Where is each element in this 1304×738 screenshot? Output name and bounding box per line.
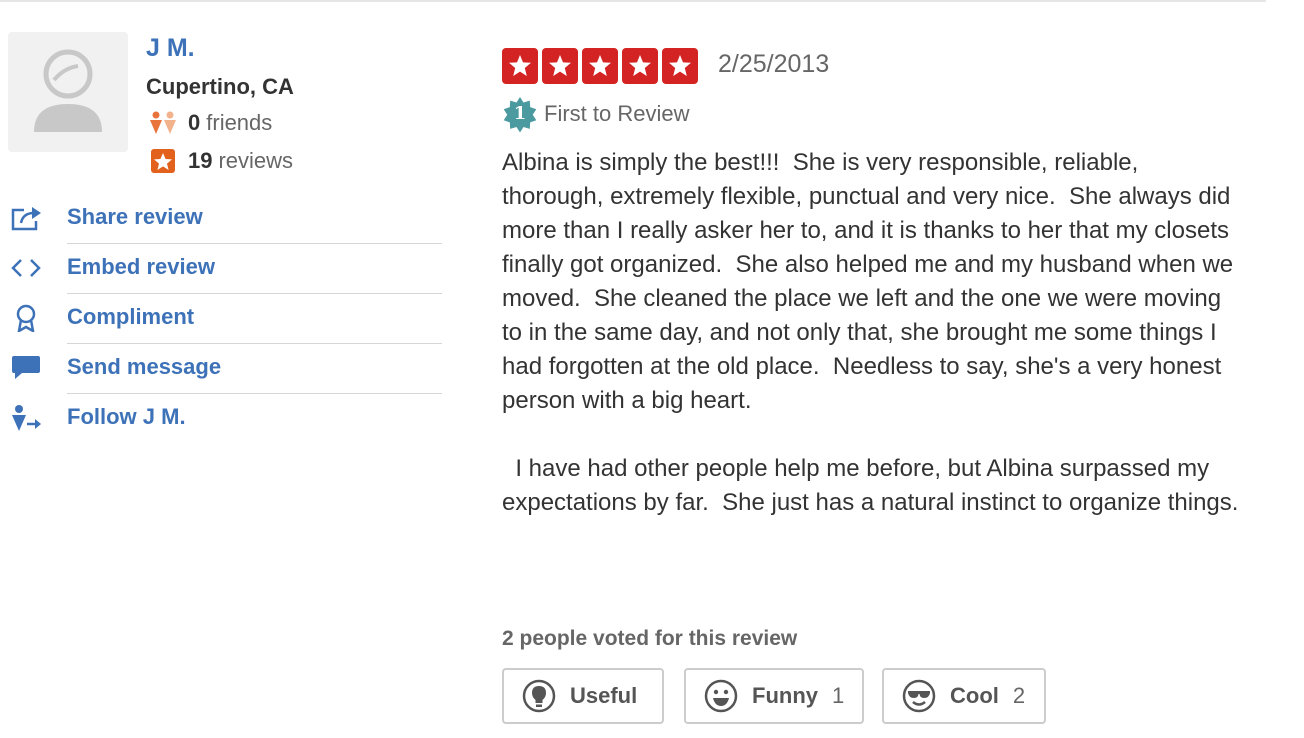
star-icon [662, 48, 698, 84]
review-star-icon [146, 149, 180, 173]
review-date: 2/25/2013 [718, 50, 830, 78]
useful-button[interactable]: Useful [502, 668, 664, 724]
send-message-label: Send message [67, 354, 222, 379]
sunglasses-face-icon [902, 679, 936, 713]
award-ribbon-icon [10, 304, 42, 334]
share-icon [10, 204, 42, 232]
star-icon [542, 48, 578, 84]
compliment-label: Compliment [67, 304, 195, 329]
funny-count: 1 [832, 683, 845, 708]
follow-user-icon [10, 404, 42, 432]
cool-label: Cool [950, 683, 999, 708]
funny-label: Funny [752, 683, 818, 708]
first-badge-number: 1 [513, 103, 527, 124]
share-review-label: Share review [67, 204, 203, 229]
funny-button[interactable]: Funny 1 [684, 668, 864, 724]
friends-label: friends [206, 110, 273, 135]
avatar[interactable] [8, 32, 128, 152]
friends-count: 0 [188, 110, 201, 135]
reviews-label: reviews [218, 148, 294, 173]
star-icon [502, 48, 538, 84]
embed-review-link[interactable]: Embed review [0, 244, 442, 294]
votes-summary: 2 people voted for this review [502, 627, 798, 650]
embed-code-icon [10, 254, 42, 282]
speech-bubble-icon [10, 354, 42, 382]
reviews-count: 19 [188, 148, 213, 173]
star-icon [582, 48, 618, 84]
first-to-review-label: First to Review [544, 101, 690, 126]
review-text: Albina is simply the best!!! She is very… [502, 149, 1239, 516]
smiley-face-icon [704, 679, 738, 713]
user-name[interactable]: J M. [146, 34, 195, 63]
first-to-review-badge: 1 First to Review [502, 96, 690, 133]
reviews-stat: 19 reviews [146, 148, 293, 174]
follow-user-link[interactable]: Follow J M. [0, 394, 442, 444]
cool-button[interactable]: Cool 2 [882, 668, 1046, 724]
top-divider [0, 0, 1266, 2]
embed-review-label: Embed review [67, 254, 215, 279]
useful-label: Useful [570, 683, 638, 708]
send-message-link[interactable]: Send message [0, 344, 442, 394]
friends-stat: 0 friends [146, 110, 272, 136]
user-location: Cupertino, CA [146, 74, 294, 99]
lightbulb-icon [522, 679, 556, 713]
share-review-link[interactable]: Share review [0, 194, 442, 244]
review-actions: Share review Embed review Compliment Sen… [0, 194, 442, 444]
compliment-link[interactable]: Compliment [0, 294, 442, 344]
friends-icon [146, 111, 180, 135]
default-avatar-icon [34, 49, 102, 132]
cool-count: 2 [1012, 683, 1026, 708]
burst-badge-icon: 1 [502, 96, 538, 133]
star-rating [502, 48, 698, 84]
star-icon [622, 48, 658, 84]
follow-user-label: Follow J M. [67, 404, 186, 429]
